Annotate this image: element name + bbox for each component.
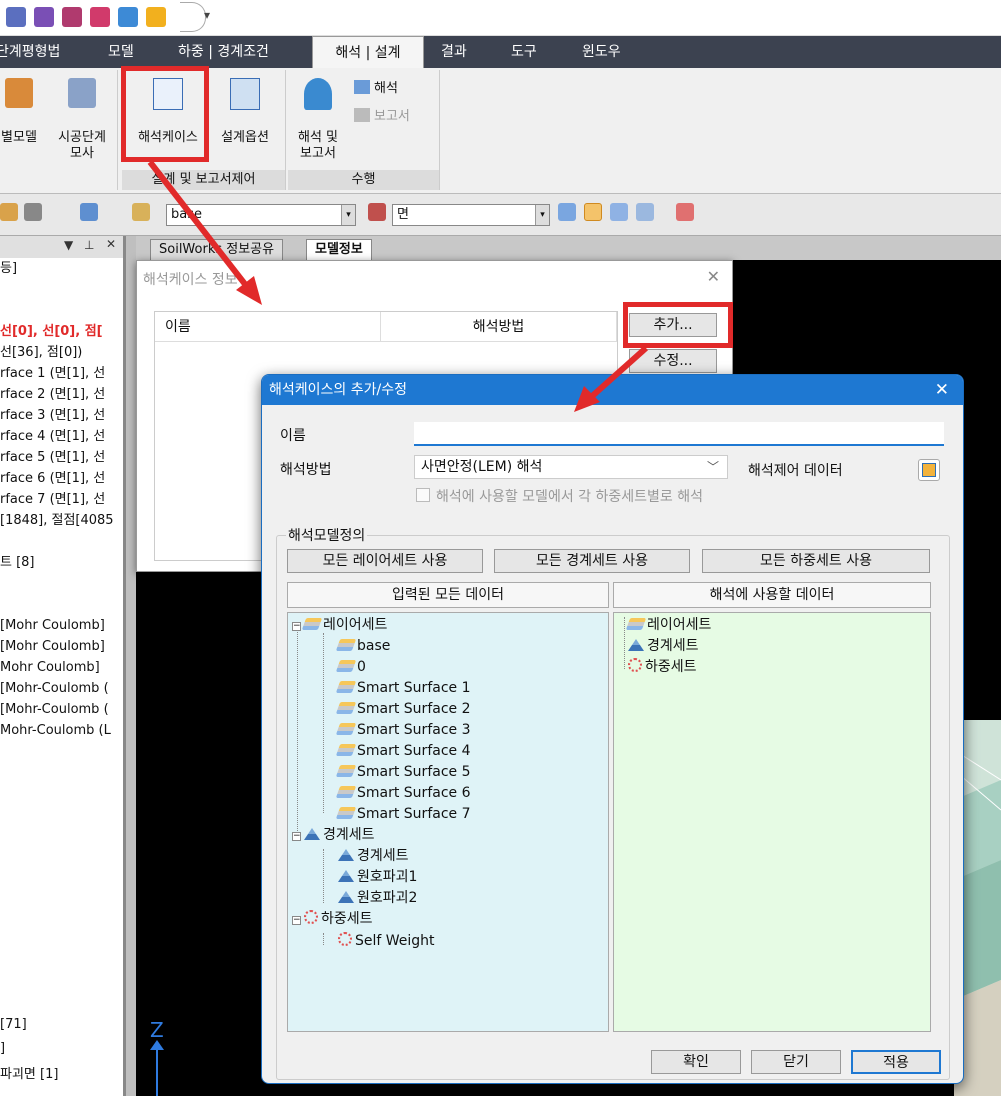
annotation-arrows [147, 160, 648, 412]
